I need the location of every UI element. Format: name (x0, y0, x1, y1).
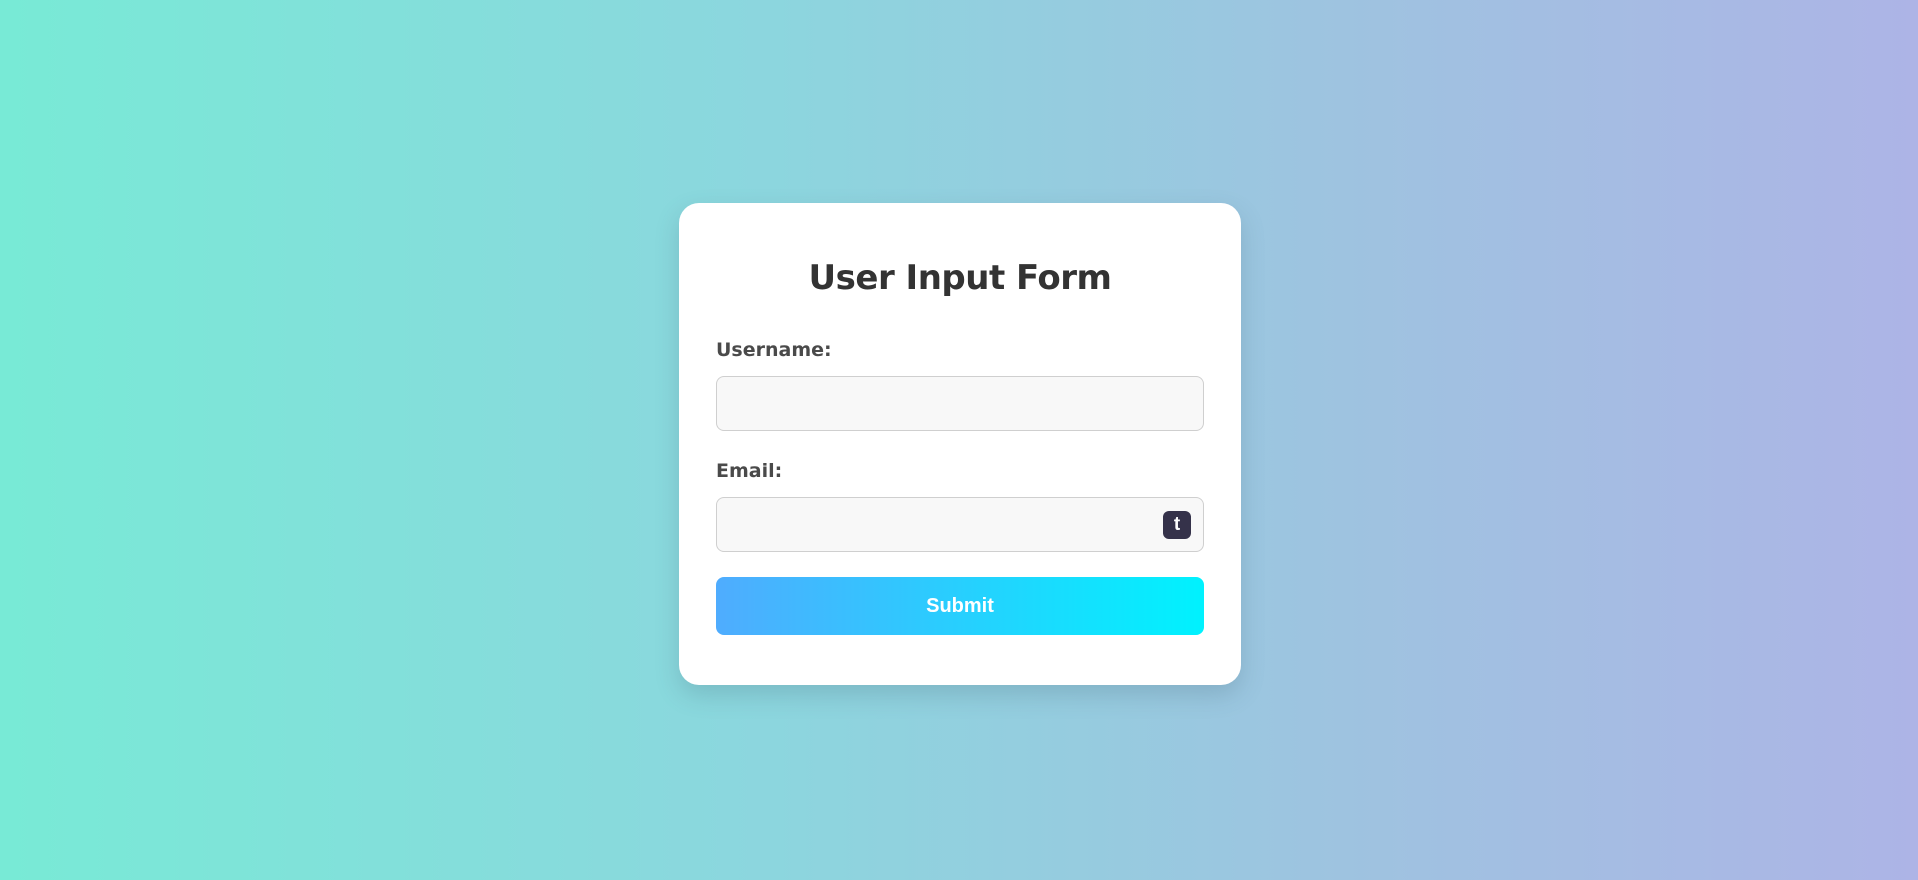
email-field-wrapper: t (716, 497, 1204, 552)
user-input-form-card: User Input Form Username: Email: t Submi… (679, 203, 1241, 685)
submit-button[interactable]: Submit (716, 577, 1204, 635)
username-input[interactable] (716, 376, 1204, 431)
email-label: Email: (716, 460, 783, 482)
username-label: Username: (716, 339, 832, 361)
form-title: User Input Form (808, 258, 1112, 298)
tumblr-icon[interactable]: t (1163, 511, 1191, 539)
email-input[interactable] (716, 497, 1204, 552)
username-field-wrapper (716, 376, 1204, 431)
